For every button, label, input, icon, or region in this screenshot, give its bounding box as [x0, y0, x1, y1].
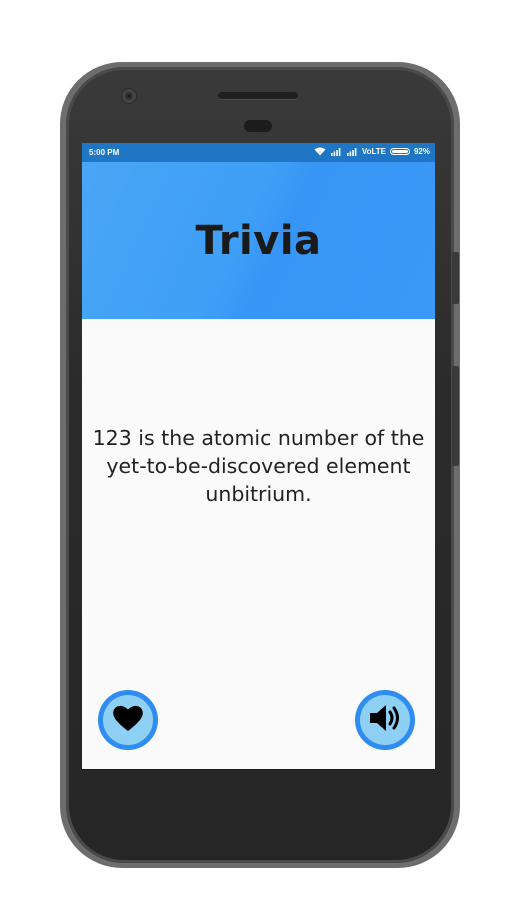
app-header: Trivia [82, 162, 435, 319]
speak-button[interactable] [355, 690, 415, 750]
volume-button [452, 366, 459, 466]
heart-icon [112, 703, 144, 737]
favorite-button[interactable] [98, 690, 158, 750]
front-camera [122, 89, 136, 103]
wifi-icon [314, 147, 326, 156]
battery-icon [389, 148, 410, 155]
status-time: 5:00 PM [89, 148, 120, 157]
favorite-button-face[interactable] [103, 695, 153, 745]
screen-bottom-edge [82, 769, 435, 770]
speak-button-face[interactable] [360, 695, 410, 745]
status-icons: VoLTE 92% [314, 147, 430, 156]
signal-icon [330, 147, 342, 156]
device-frame-page: 5:00 PM VoLTE 92% Trivia 123 is the atom… [0, 0, 520, 923]
trivia-fact-text: 123 is the atomic number of the yet-to-b… [92, 426, 425, 506]
signal-icon [346, 147, 358, 156]
battery-percent: 92% [413, 147, 430, 156]
proximity-sensor [244, 120, 272, 132]
app-screen: 5:00 PM VoLTE 92% Trivia 123 is the atom… [82, 143, 435, 769]
status-bar: 5:00 PM VoLTE 92% [82, 143, 435, 162]
power-button [452, 252, 459, 304]
network-type: VoLTE [361, 147, 386, 156]
speaker-icon [368, 703, 402, 737]
page-title: Trivia [195, 218, 322, 264]
earpiece-speaker [218, 92, 298, 99]
